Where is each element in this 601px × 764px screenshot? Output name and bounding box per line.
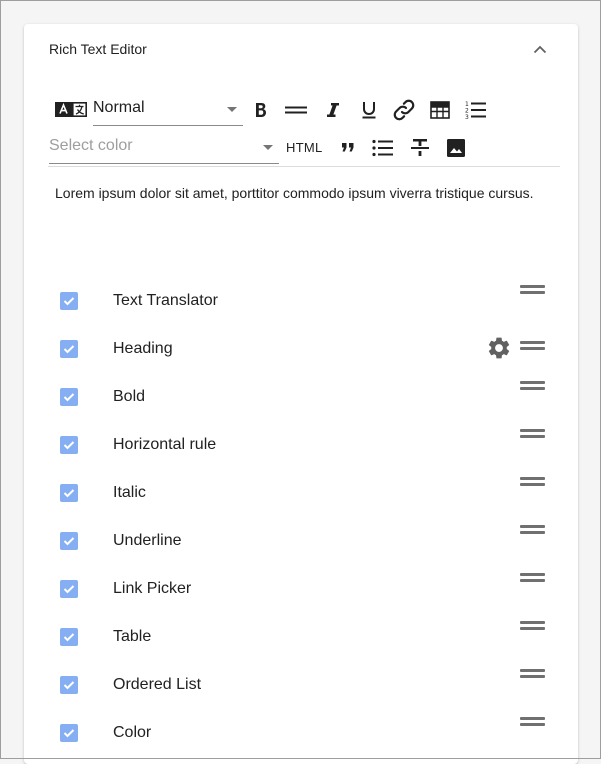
list-item: Italic xyxy=(24,469,578,517)
checkbox-table[interactable] xyxy=(60,628,78,646)
list-item: Text Translator xyxy=(24,277,578,325)
drag-handle-icon[interactable] xyxy=(520,427,546,441)
checkbox-color[interactable] xyxy=(60,724,78,742)
panel-header[interactable]: Rich Text Editor xyxy=(24,24,578,74)
text-translator-icon[interactable] xyxy=(55,96,87,124)
list-item-label: Heading xyxy=(113,340,173,357)
list-item-label: Underline xyxy=(113,532,182,549)
horizontal-rule-icon[interactable] xyxy=(282,96,310,124)
dropdown-arrow-icon xyxy=(263,145,273,150)
checkbox-text-translator[interactable] xyxy=(60,292,78,310)
list-item-label: Horizontal rule xyxy=(113,436,217,453)
rich-text-editor-panel: Rich Text Editor Normal 1 2 3 Select col… xyxy=(24,24,578,764)
color-select-placeholder: Select color xyxy=(49,137,133,154)
drag-handle-icon[interactable] xyxy=(520,667,546,681)
list-item-label: Ordered List xyxy=(113,676,202,693)
ordered-list-icon[interactable]: 1 2 3 xyxy=(462,96,490,124)
checkbox-link-picker[interactable] xyxy=(60,580,78,598)
drag-handle-icon[interactable] xyxy=(520,379,546,393)
table-icon[interactable] xyxy=(426,96,454,124)
heading-select[interactable]: Normal xyxy=(93,92,243,126)
bold-icon[interactable] xyxy=(247,96,275,124)
italic-icon[interactable] xyxy=(319,96,347,124)
html-button[interactable]: HTML xyxy=(286,140,323,155)
list-item-label: Bold xyxy=(113,388,146,405)
toolbar-row-2: Select color HTML xyxy=(24,130,578,166)
strikethrough-icon[interactable] xyxy=(406,134,434,162)
checkbox-bold[interactable] xyxy=(60,388,78,406)
checkbox-ordered-list[interactable] xyxy=(60,676,78,694)
list-item: Heading xyxy=(24,325,578,373)
list-item: Color xyxy=(24,709,578,757)
drag-handle-icon[interactable] xyxy=(520,475,546,489)
svg-text:3: 3 xyxy=(465,114,469,120)
image-icon[interactable] xyxy=(442,134,470,162)
list-item: Ordered List xyxy=(24,661,578,709)
editor-content[interactable]: Lorem ipsum dolor sit amet, porttitor co… xyxy=(55,184,555,202)
panel-title: Rich Text Editor xyxy=(49,41,147,57)
dropdown-arrow-icon xyxy=(227,107,237,112)
list-item: Underline xyxy=(24,517,578,565)
color-select[interactable]: Select color xyxy=(49,130,279,164)
drag-handle-icon[interactable] xyxy=(520,339,546,353)
list-item-label: Table xyxy=(113,628,152,645)
drag-handle-icon[interactable] xyxy=(520,619,546,633)
list-item-label: Link Picker xyxy=(113,580,192,597)
list-item: Bold xyxy=(24,373,578,421)
drag-handle-icon[interactable] xyxy=(520,571,546,585)
list-item: Link Picker xyxy=(24,565,578,613)
heading-select-value: Normal xyxy=(93,99,145,116)
bullet-list-icon[interactable] xyxy=(369,134,397,162)
checkbox-italic[interactable] xyxy=(60,484,78,502)
list-item-label: Color xyxy=(113,724,152,741)
quote-icon[interactable] xyxy=(334,134,362,162)
drag-handle-icon[interactable] xyxy=(520,715,546,729)
link-icon[interactable] xyxy=(390,96,418,124)
underline-icon[interactable] xyxy=(355,96,383,124)
list-item-label: Italic xyxy=(113,484,146,501)
checkbox-horizontal-rule[interactable] xyxy=(60,436,78,454)
list-item: Table xyxy=(24,613,578,661)
chevron-up-icon[interactable] xyxy=(530,39,550,59)
toolbar-row-1: Normal 1 2 3 xyxy=(24,92,578,128)
checkbox-underline[interactable] xyxy=(60,532,78,550)
drag-handle-icon[interactable] xyxy=(520,523,546,537)
drag-handle-icon[interactable] xyxy=(520,283,546,297)
list-item-label: Text Translator xyxy=(113,292,218,309)
editor-divider xyxy=(48,166,560,167)
checkbox-heading[interactable] xyxy=(60,340,78,358)
gear-icon[interactable] xyxy=(486,335,512,361)
list-item: Horizontal rule xyxy=(24,421,578,469)
